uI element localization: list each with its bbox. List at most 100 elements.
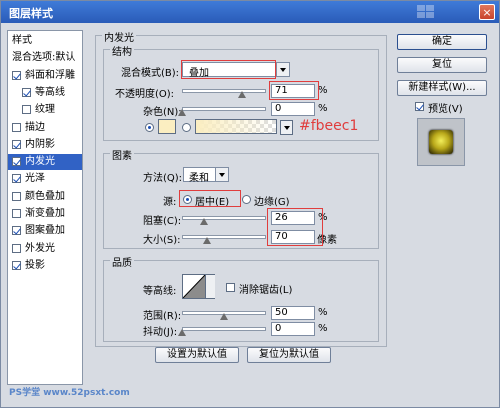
- sidebar-item-label: 等高线: [35, 86, 65, 98]
- sidebar-checkbox[interactable]: [12, 139, 21, 149]
- antialias-label: 消除锯齿(L): [239, 285, 293, 296]
- method-dropdown[interactable]: 柔和: [183, 167, 229, 184]
- sidebar-checkbox[interactable]: [12, 191, 21, 201]
- sidebar-item-label: 外发光: [25, 242, 55, 254]
- sidebar-item-label: 纹理: [35, 104, 55, 116]
- sidebar-checkbox[interactable]: [22, 87, 31, 97]
- sidebar-checkbox[interactable]: [12, 157, 21, 167]
- reset-default-button[interactable]: 复位为默认值: [247, 347, 331, 363]
- sidebar-item[interactable]: 样式: [8, 33, 82, 49]
- styles-list: 样式混合选项:默认斜面和浮雕等高线纹理描边内阴影内发光光泽颜色叠加渐变叠加图案叠…: [7, 30, 83, 385]
- blend-mode-highlight: [181, 60, 276, 79]
- antialias-checkbox[interactable]: [226, 283, 235, 292]
- reset-button[interactable]: 复位: [397, 57, 487, 73]
- layer-style-dialog: 图层样式 × 样式 混合选项:默认 斜面和浮雕 等高线 纹理 描边 内阴影 内发光 光泽 颜色叠加…: [0, 0, 500, 408]
- preview-checkbox[interactable]: [415, 102, 424, 111]
- chevron-down-icon[interactable]: [215, 168, 228, 181]
- gradient-radio[interactable]: [182, 123, 191, 132]
- sidebar-item[interactable]: 颜色叠加: [8, 189, 82, 205]
- sidebar-item-label: 颜色叠加: [25, 190, 65, 202]
- sidebar-checkbox[interactable]: [12, 174, 21, 184]
- set-default-button[interactable]: 设置为默认值: [155, 347, 239, 363]
- sidebar-item-label: 混合选项:默认: [12, 52, 76, 64]
- sidebar-item[interactable]: 图案叠加: [8, 223, 82, 239]
- choke-slider-thumb[interactable]: [199, 218, 208, 225]
- noise-label: 杂色(N):: [143, 107, 182, 118]
- sidebar-checkbox[interactable]: [12, 70, 21, 80]
- sidebar-checkbox[interactable]: [22, 105, 31, 115]
- range-label: 范围(R):: [143, 311, 182, 322]
- sidebar-item[interactable]: 内发光: [8, 154, 82, 171]
- jitter-input[interactable]: 0: [271, 322, 315, 336]
- quality-title: 品质: [110, 254, 134, 269]
- range-slider-thumb[interactable]: [220, 313, 228, 320]
- chevron-down-icon[interactable]: [276, 63, 289, 76]
- sidebar-checkbox[interactable]: [12, 209, 21, 218]
- opacity-slider[interactable]: [182, 89, 266, 93]
- chevron-down-icon[interactable]: [205, 275, 215, 298]
- sidebar-item[interactable]: 外发光: [8, 241, 82, 257]
- new-style-button[interactable]: 新建样式(W)...: [397, 80, 487, 96]
- sidebar-item[interactable]: 混合选项:默认: [8, 50, 82, 66]
- solid-color-radio[interactable]: [145, 123, 154, 132]
- sidebar-item-label: 描边: [25, 121, 45, 133]
- opacity-slider-thumb[interactable]: [237, 91, 246, 98]
- preview-thumbnail: [429, 130, 453, 154]
- range-input[interactable]: 50: [271, 306, 315, 320]
- choke-label: 阻塞(C):: [143, 216, 182, 227]
- preview-label: 预览(V): [428, 104, 463, 115]
- opacity-label: 不透明度(O):: [115, 89, 175, 100]
- jitter-slider[interactable]: [182, 327, 266, 331]
- opacity-highlight: [269, 81, 319, 100]
- sidebar-item[interactable]: 描边: [8, 120, 82, 136]
- gradient-picker[interactable]: [195, 119, 277, 134]
- structure-title: 结构: [110, 43, 134, 58]
- opacity-unit: %: [318, 85, 328, 96]
- window-title: 图层样式: [9, 7, 53, 20]
- sidebar-item[interactable]: 内阴影: [8, 137, 82, 153]
- sidebar-item[interactable]: 等高线: [8, 85, 82, 101]
- noise-slider-thumb[interactable]: [178, 109, 186, 116]
- sidebar-checkbox[interactable]: [12, 260, 21, 270]
- sidebar-item-label: 光泽: [25, 173, 45, 185]
- style-preview: [417, 118, 465, 166]
- gradient-dropdown-arrow[interactable]: [280, 120, 293, 135]
- sidebar-checkbox[interactable]: [12, 122, 21, 132]
- inner-glow-title: 内发光: [102, 29, 136, 44]
- sidebar-item-label: 渐变叠加: [25, 208, 65, 219]
- watermark-text: PS学堂 www.52psxt.com: [9, 388, 130, 398]
- contour-preview-icon: [183, 275, 205, 298]
- noise-unit: %: [318, 103, 328, 114]
- jitter-label: 抖动(J):: [143, 327, 178, 338]
- size-slider[interactable]: [182, 235, 266, 239]
- source-edge-radio[interactable]: [242, 195, 251, 204]
- sidebar-item[interactable]: 纹理: [8, 102, 82, 118]
- windows-logo-icon: [417, 5, 434, 18]
- contour-picker[interactable]: [182, 274, 215, 299]
- watermark: PS学堂 www.52psxt.com: [9, 385, 169, 401]
- size-slider-thumb[interactable]: [203, 237, 212, 244]
- method-value: 柔和: [189, 173, 209, 184]
- source-label: 源:: [163, 197, 177, 208]
- sidebar-item-label: 内阴影: [25, 138, 55, 150]
- choke-slider[interactable]: [182, 216, 266, 220]
- range-unit: %: [318, 307, 328, 318]
- size-label: 大小(S):: [143, 235, 181, 246]
- sidebar-checkbox[interactable]: [12, 243, 21, 253]
- jitter-slider-thumb[interactable]: [178, 329, 186, 336]
- sidebar-item[interactable]: 渐变叠加: [8, 206, 82, 222]
- sidebar-item[interactable]: 斜面和浮雕: [8, 68, 82, 84]
- jitter-unit: %: [318, 323, 328, 334]
- sidebar-item[interactable]: 光泽: [8, 171, 82, 187]
- method-label: 方法(Q):: [143, 173, 183, 184]
- choke-size-highlight: [267, 208, 323, 246]
- sidebar-checkbox[interactable]: [12, 226, 21, 236]
- noise-input[interactable]: 0: [271, 102, 315, 116]
- sidebar-item[interactable]: 投影: [8, 258, 82, 274]
- noise-slider[interactable]: [182, 107, 266, 111]
- source-center-highlight: [179, 190, 241, 207]
- color-swatch[interactable]: [158, 119, 176, 134]
- blend-mode-label: 混合模式(B):: [121, 68, 180, 79]
- close-button[interactable]: ×: [479, 4, 495, 20]
- ok-button[interactable]: 确定: [397, 34, 487, 50]
